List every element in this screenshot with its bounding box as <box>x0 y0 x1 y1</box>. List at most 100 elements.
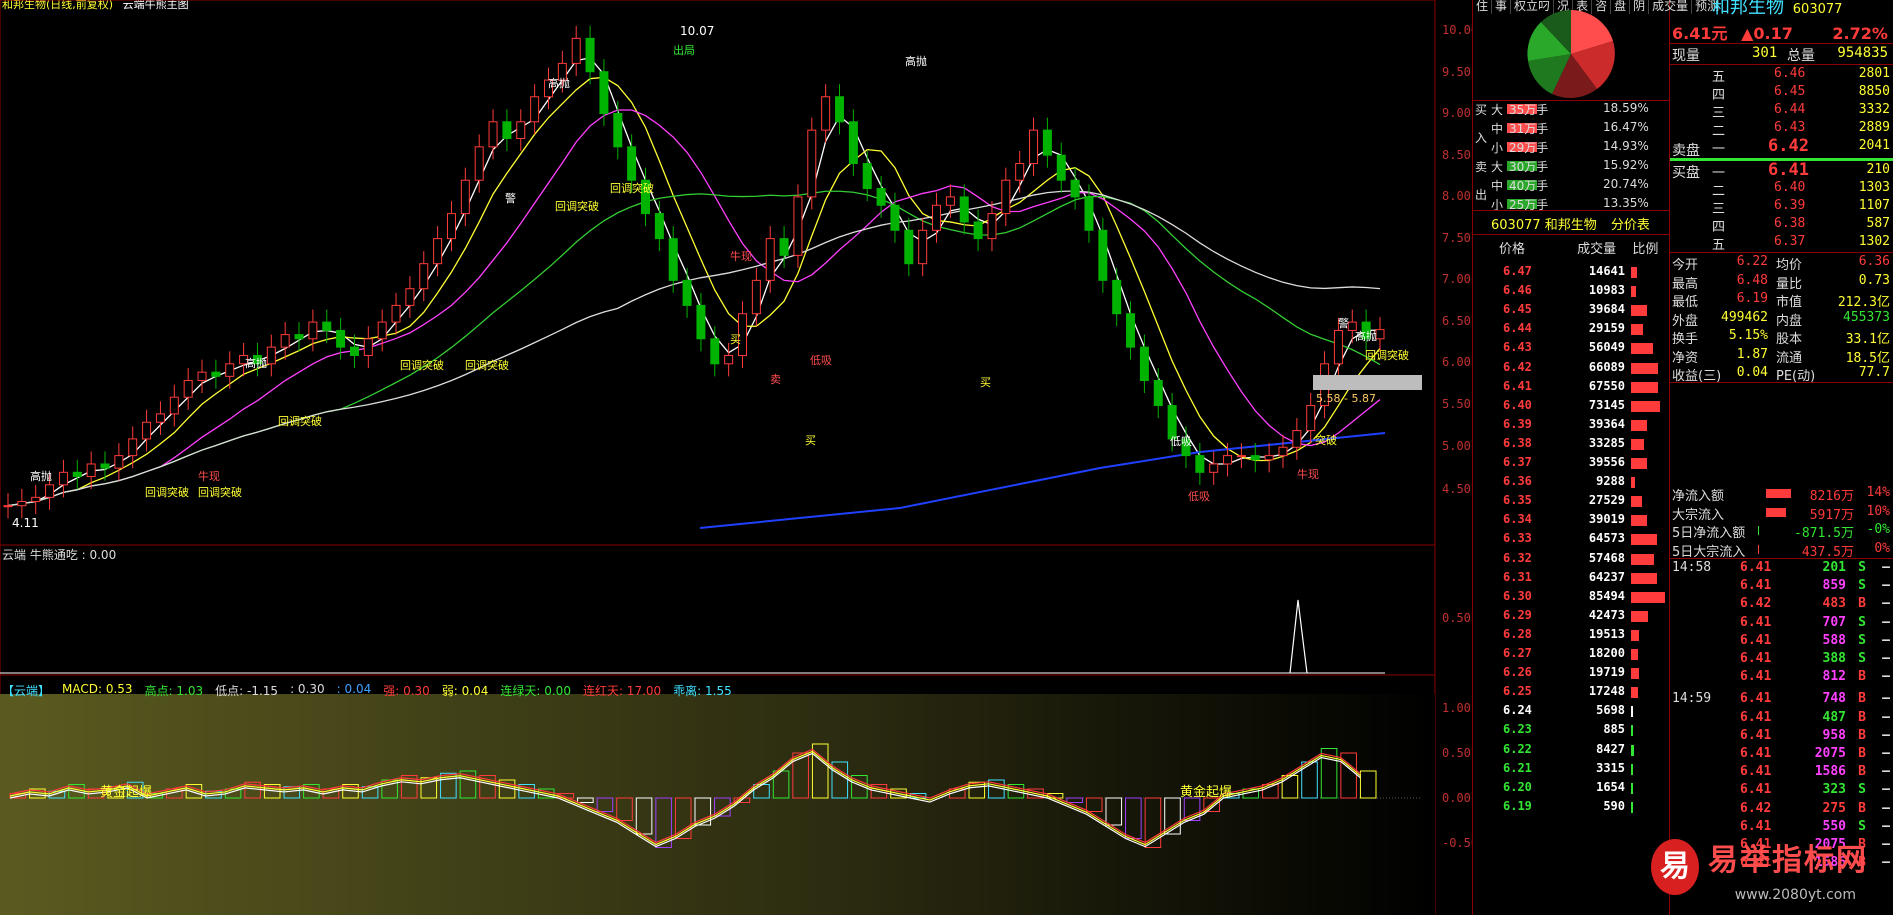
macd-tick: 1.00 <box>1442 701 1471 715</box>
tick-dir: S <box>1858 560 1866 575</box>
signal-label: 回调突破 <box>198 486 242 499</box>
row-price: 6.33 <box>1503 531 1532 546</box>
bid-level-name: 四 <box>1712 220 1726 235</box>
row-volume: 17248 <box>1588 684 1625 699</box>
tick-dash: – <box>1882 596 1890 612</box>
xianliang-value: 301 <box>1752 45 1778 61</box>
price-tick: 5.00 <box>1442 439 1471 453</box>
macd-stat: : 0.04 <box>336 682 372 696</box>
flow-value: 8216万 <box>1809 489 1854 504</box>
stat-label: 净资 <box>1672 350 1699 366</box>
stat-label: 均价 <box>1776 258 1803 273</box>
tick-volume: 707 <box>1822 614 1846 630</box>
row-volume: 57468 <box>1588 550 1625 565</box>
row-volume: 33285 <box>1588 435 1625 450</box>
bull-bear-spike <box>1289 599 1308 674</box>
bid-level-name: 二 <box>1712 184 1726 199</box>
bid-volume: 587 <box>1866 216 1890 231</box>
price-tick: 8.50 <box>1442 148 1471 162</box>
tick-volume: 550 <box>1822 818 1846 834</box>
tick-volume: 388 <box>1822 651 1846 666</box>
ask-level-name: 一 <box>1712 142 1726 157</box>
tick-dash: – <box>1882 764 1890 780</box>
tick-time: 14:59 <box>1672 691 1712 707</box>
macd-stat: 连红天: 17.00 <box>582 684 662 698</box>
row-ratio-bar <box>1631 477 1635 489</box>
price-tick: 9.50 <box>1442 65 1471 79</box>
tick-dir: B <box>1858 669 1866 685</box>
flow-pct: 14.93% <box>1603 139 1649 153</box>
row-ratio-bar <box>1631 725 1633 737</box>
row-ratio-bar <box>1631 706 1634 718</box>
tick-dash: – <box>1882 800 1890 816</box>
tick-dash: – <box>1882 855 1890 871</box>
low-marker-label: 4.11 <box>12 516 39 530</box>
stat-value: 499462 <box>1721 309 1768 325</box>
bid-level-name: 一 <box>1712 166 1726 181</box>
row-price: 6.29 <box>1503 607 1532 622</box>
row-volume: 39364 <box>1588 416 1625 431</box>
tick-dir: S <box>1858 614 1866 630</box>
range-box-label: 5.58 - 5.87 <box>1316 392 1376 405</box>
bid-volume: 1302 <box>1858 234 1890 249</box>
row-price: 6.30 <box>1503 588 1532 603</box>
row-volume: 1654 <box>1596 779 1625 794</box>
row-price: 6.21 <box>1503 760 1532 775</box>
kline-chart-area[interactable]: 和邦生物(日线,前复权) 云端牛熊主图 10.00 9.50 9.00 8.50 8.0… <box>0 0 1478 915</box>
flow-label: 5日净流入额 <box>1672 526 1746 541</box>
row-ratio-bar <box>1631 496 1643 508</box>
volume-row: 现量 301 总量 954835 <box>1672 45 1892 65</box>
signal-label: 买 <box>980 376 991 389</box>
high-marker-label: 10.07 <box>680 24 715 38</box>
stat-value: 0.73 <box>1858 272 1890 288</box>
tick-dash: – <box>1882 560 1890 575</box>
macd-stat: 弱: 0.04 <box>441 684 489 698</box>
macd-header: 【云端】 MACD: 0.53 高点: 1.03 低点: -1.15: 0.30: 0… <box>0 682 732 700</box>
row-price: 6.19 <box>1503 798 1532 813</box>
stat-label: 市值 <box>1776 295 1803 310</box>
flow-hand: 29万手 <box>1509 141 1549 155</box>
zongliang-value: 954835 <box>1837 45 1888 61</box>
tick-dir: B <box>1858 691 1866 707</box>
flow-size: 中 <box>1491 179 1504 193</box>
tick-dash: – <box>1882 818 1890 834</box>
row-price: 6.43 <box>1503 340 1532 355</box>
signal-label: 回调突破 <box>1365 349 1409 362</box>
stat-value: 212.3亿 <box>1837 295 1890 310</box>
flow-value: -871.5万 <box>1794 526 1854 541</box>
row-ratio-bar <box>1631 286 1636 298</box>
row-volume: 66089 <box>1588 359 1625 374</box>
signal-label: 回调突破 <box>555 200 599 213</box>
signal-label: 牛现 <box>1297 468 1319 481</box>
macd-tick: 0.50 <box>1442 746 1471 760</box>
row-ratio-bar <box>1631 381 1659 393</box>
tick-dash: – <box>1882 746 1890 761</box>
row-price: 6.27 <box>1503 646 1532 660</box>
signal-label: 警 <box>505 192 516 205</box>
kline-svg[interactable] <box>0 0 1472 915</box>
signal-label: 卖 <box>770 373 781 386</box>
tick-price: 6.41 <box>1740 782 1772 798</box>
price-change: ▲0.17 <box>1741 24 1793 43</box>
watermark-text: 易举指标网 <box>1708 843 1868 878</box>
row-volume: 8427 <box>1596 741 1625 756</box>
tick-price: 6.41 <box>1740 709 1772 725</box>
row-volume: 64237 <box>1588 569 1625 584</box>
price-tick: 9.00 <box>1442 106 1471 120</box>
fund-pie-chart <box>1527 10 1615 99</box>
code-name-row: 603077 和邦生物 分价表 <box>1491 214 1650 233</box>
fenjia-tab[interactable]: 分价表 <box>1611 218 1650 233</box>
flow-pct: 13.35% <box>1603 196 1649 210</box>
flow-pct: 10% <box>1866 503 1890 519</box>
stat-label: 流通 <box>1776 350 1803 366</box>
bid-volume: 1303 <box>1858 180 1890 195</box>
tick-dash: – <box>1882 691 1890 707</box>
signal-label: 低吸 <box>810 354 832 367</box>
flow-label: 5日大宗流入 <box>1672 544 1746 560</box>
ask-volume: 8850 <box>1858 84 1890 99</box>
flow-side-label: 买 <box>1475 103 1488 117</box>
stock-header: 和邦生物 603077 <box>1712 0 1842 19</box>
row-price: 6.20 <box>1503 779 1532 794</box>
tick-price: 6.41 <box>1740 691 1772 707</box>
signal-label: 回调突破 <box>610 182 654 195</box>
